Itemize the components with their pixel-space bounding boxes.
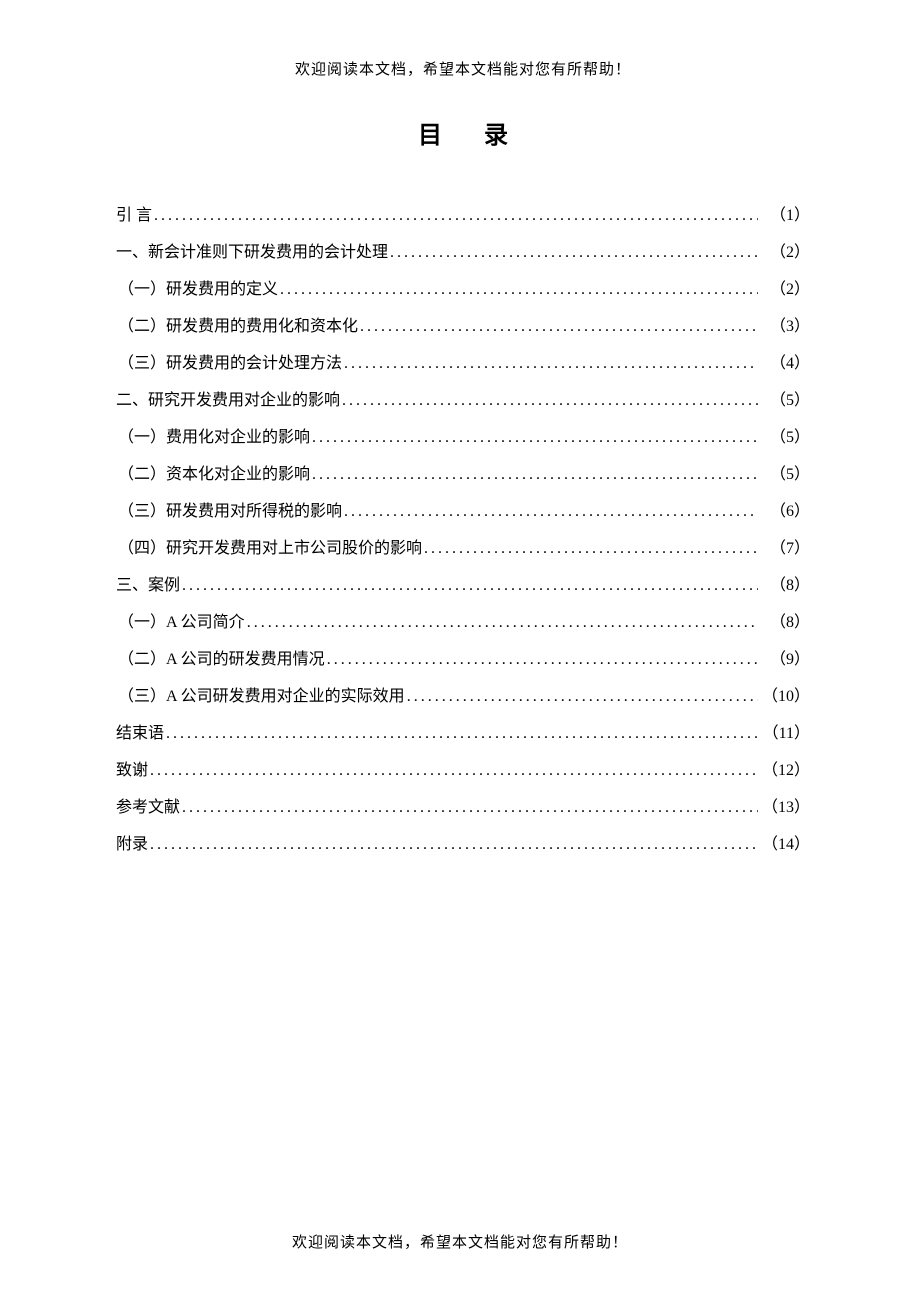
toc-entry: （三）研发费用对所得税的影响 （6） [116,500,810,524]
toc-entry-label: 结束语 [116,722,164,746]
toc-leader-dots [182,574,758,598]
toc-leader-dots [280,278,758,302]
toc-entry-label: （二）研发费用的费用化和资本化 [116,315,358,339]
toc-entry: （二）A 公司的研发费用情况 （9） [116,648,810,672]
toc-leader-dots [424,537,758,561]
toc-entry-page: （8） [760,574,810,598]
toc-leader-dots [312,426,758,450]
toc-leader-dots [390,241,758,265]
toc-entry-label: （三）研发费用对所得税的影响 [116,500,342,524]
toc-entry-label: 致谢 [116,759,148,783]
toc-entry-label: （三）A 公司研发费用对企业的实际效用 [116,685,405,709]
toc-entry: 结束语 （11） [116,722,810,746]
toc-leader-dots [342,389,758,413]
toc-entry-label: 一、新会计准则下研发费用的会计处理 [116,241,388,265]
toc-entry-page: （3） [760,315,810,339]
toc-entry-label: （二）资本化对企业的影响 [116,463,310,487]
toc-entry-label: 引 言 [116,204,152,228]
toc-title: 目 录 [116,115,810,150]
toc-entry: （四）研究开发费用对上市公司股价的影响 （7） [116,537,810,561]
toc-entry: （一）研发费用的定义 （2） [116,278,810,302]
toc-leader-dots [150,759,758,783]
toc-entry: （三）研发费用的会计处理方法 （4） [116,352,810,376]
toc-leader-dots [166,722,758,746]
toc-entry-page: （4） [760,352,810,376]
toc-entry-label: 附录 [116,833,148,857]
toc-entry-page: （13） [760,796,810,820]
toc-leader-dots [344,500,758,524]
toc-entry-label: 二、研究开发费用对企业的影响 [116,389,340,413]
toc-entry-page: （5） [760,426,810,450]
toc-leader-dots [247,611,758,635]
toc-entry-label: 参考文献 [116,796,180,820]
toc-leader-dots [312,463,758,487]
toc-entry: （一）A 公司简介 （8） [116,611,810,635]
toc-entry: （二）研发费用的费用化和资本化 （3） [116,315,810,339]
toc-entry-label: （三）研发费用的会计处理方法 [116,352,342,376]
toc-entry-page: （12） [760,759,810,783]
toc-entry-label: （四）研究开发费用对上市公司股价的影响 [116,537,422,561]
toc-entry-page: （5） [760,463,810,487]
toc-entry-page: （10） [760,685,810,709]
toc-leader-dots [407,685,758,709]
toc-entry-page: （14） [760,833,810,857]
toc-leader-dots [360,315,758,339]
footer-note: 欢迎阅读本文档，希望本文档能对您有所帮助！ [0,1231,920,1252]
toc-entry-page: （2） [760,278,810,302]
toc-entry: 引 言 （1） [116,204,810,228]
header-note: 欢迎阅读本文档，希望本文档能对您有所帮助！ [116,58,810,79]
toc-entry-page: （7） [760,537,810,561]
toc-entry-label: （一）研发费用的定义 [116,278,278,302]
toc-entry: 三、案例 （8） [116,574,810,598]
toc-entry-page: （11） [760,722,810,746]
toc-list: 引 言（1）一、新会计准则下研发费用的会计处理（2）（一）研发费用的定义（2）（… [116,204,810,857]
toc-leader-dots [182,796,758,820]
toc-entry-page: （8） [760,611,810,635]
toc-entry: （三）A 公司研发费用对企业的实际效用 （10） [116,685,810,709]
toc-entry-page: （2） [760,241,810,265]
toc-leader-dots [150,833,758,857]
toc-entry: 致谢 （12） [116,759,810,783]
toc-entry-label: （二）A 公司的研发费用情况 [116,648,325,672]
toc-entry-page: （6） [760,500,810,524]
toc-entry-page: （1） [760,204,810,228]
toc-leader-dots [327,648,758,672]
toc-leader-dots [344,352,758,376]
toc-entry: 二、研究开发费用对企业的影响 （5） [116,389,810,413]
toc-entry: 参考文献 （13） [116,796,810,820]
toc-entry-label: （一）A 公司简介 [116,611,245,635]
toc-entry-page: （5） [760,389,810,413]
toc-entry-page: （9） [760,648,810,672]
document-page: 欢迎阅读本文档，希望本文档能对您有所帮助！ 目 录 引 言 （1） 一、新会计准则下… [0,0,920,857]
toc-entry-label: （一）费用化对企业的影响 [116,426,310,450]
toc-leader-dots [154,204,758,228]
toc-entry-label: 三、案例 [116,574,180,598]
toc-entry: （一）费用化对企业的影响 （5） [116,426,810,450]
toc-entry: （二）资本化对企业的影响 （5） [116,463,810,487]
toc-entry: 附录 （14） [116,833,810,857]
toc-entry: 一、新会计准则下研发费用的会计处理 （2） [116,241,810,265]
